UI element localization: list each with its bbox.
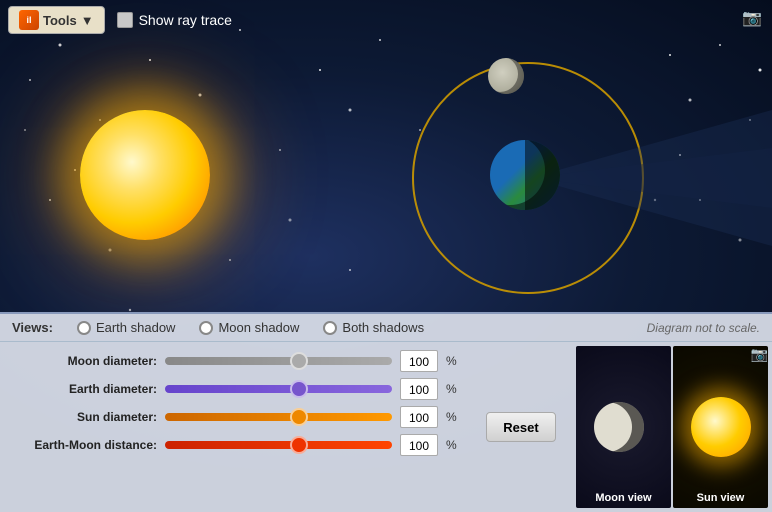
thumbnails-panel: 📷 Moon view Sun view [572,342,772,512]
ray-trace-text: Show ray trace [139,12,232,28]
tools-dropdown-icon[interactable]: ▼ [81,13,94,28]
earth [490,140,560,210]
slider-row-sun-diameter: Sun diameter: 100 % [12,406,458,428]
camera-icon-thumbnails[interactable]: 📷 [751,346,768,363]
slider-earth-diameter-label: Earth diameter: [12,382,157,396]
thumbnail-sun-view[interactable]: Sun view [673,346,768,508]
diagram-note: Diagram not to scale. [647,321,760,335]
slider-sun-diameter-track [165,413,392,421]
reset-button[interactable]: Reset [486,412,556,442]
slider-sun-diameter-percent: % [446,410,458,424]
slider-earth-diameter-percent: % [446,382,458,396]
slider-row-moon-diameter: Moon diameter: 100 % [12,350,458,372]
sliders-panel: Moon diameter: 100 % Earth diameter: [0,342,470,512]
slider-moon-diameter-thumb[interactable] [290,352,308,370]
radio-moon-shadow-label: Moon shadow [218,320,299,335]
slider-earth-diameter-track [165,385,392,393]
app-container: il Tools ▼ Show ray trace 📷 Views: Earth… [0,0,772,512]
slider-earth-moon-distance-track-container[interactable] [165,441,392,449]
radio-both-shadows-circle[interactable] [323,321,337,335]
slider-moon-diameter-percent: % [446,354,458,368]
slider-sun-diameter-track-container[interactable] [165,413,392,421]
moon [488,58,524,94]
slider-sun-diameter-thumb[interactable] [290,408,308,426]
camera-icon-top[interactable]: 📷 [742,8,762,28]
slider-earth-diameter-track-container[interactable] [165,385,392,393]
slider-moon-diameter-label: Moon diameter: [12,354,157,368]
slider-moon-diameter-track [165,357,392,365]
slider-earth-moon-distance-percent: % [446,438,458,452]
slider-earth-diameter-thumb[interactable] [290,380,308,398]
thumbnail-moon-label: Moon view [576,492,671,504]
slider-earth-moon-distance-track [165,441,392,449]
thumbnail-sun-label: Sun view [673,492,768,504]
views-label: Views: [12,320,53,335]
slider-earth-diameter-value[interactable]: 100 [400,378,438,400]
slider-sun-diameter-value[interactable]: 100 [400,406,438,428]
slider-row-earth-diameter: Earth diameter: 100 % [12,378,458,400]
slider-row-earth-moon-distance: Earth-Moon distance: 100 % [12,434,458,456]
radio-earth-shadow-circle[interactable] [77,321,91,335]
slider-earth-moon-distance-thumb[interactable] [290,436,308,454]
slider-earth-moon-distance-label: Earth-Moon distance: [12,438,157,452]
thumbnail-moon-circle [594,402,644,452]
slider-moon-diameter-track-container[interactable] [165,357,392,365]
tools-label: Tools [43,13,77,28]
slider-moon-diameter-value[interactable]: 100 [400,350,438,372]
app-logo: il [19,10,39,30]
views-row: Views: Earth shadow Moon shadow Both sha… [0,314,772,342]
thumbnail-sun-circle [691,397,751,457]
radio-both-shadows-label: Both shadows [342,320,424,335]
radio-moon-shadow[interactable]: Moon shadow [199,320,299,335]
radio-earth-shadow[interactable]: Earth shadow [77,320,176,335]
slider-sun-diameter-label: Sun diameter: [12,410,157,424]
radio-earth-shadow-label: Earth shadow [96,320,176,335]
show-ray-trace-label[interactable]: Show ray trace [117,12,232,28]
slider-earth-moon-distance-value[interactable]: 100 [400,434,438,456]
ray-trace-checkbox[interactable] [117,12,133,28]
tools-button[interactable]: il Tools ▼ [8,6,105,34]
controls-row: Moon diameter: 100 % Earth diameter: [0,342,772,512]
radio-moon-shadow-circle[interactable] [199,321,213,335]
top-bar: il Tools ▼ Show ray trace 📷 [0,0,772,40]
sun [80,110,210,240]
thumbnail-moon-view[interactable]: Moon view [576,346,671,508]
radio-both-shadows[interactable]: Both shadows [323,320,424,335]
earth-dark-side [525,140,560,210]
bottom-panel: Views: Earth shadow Moon shadow Both sha… [0,312,772,512]
